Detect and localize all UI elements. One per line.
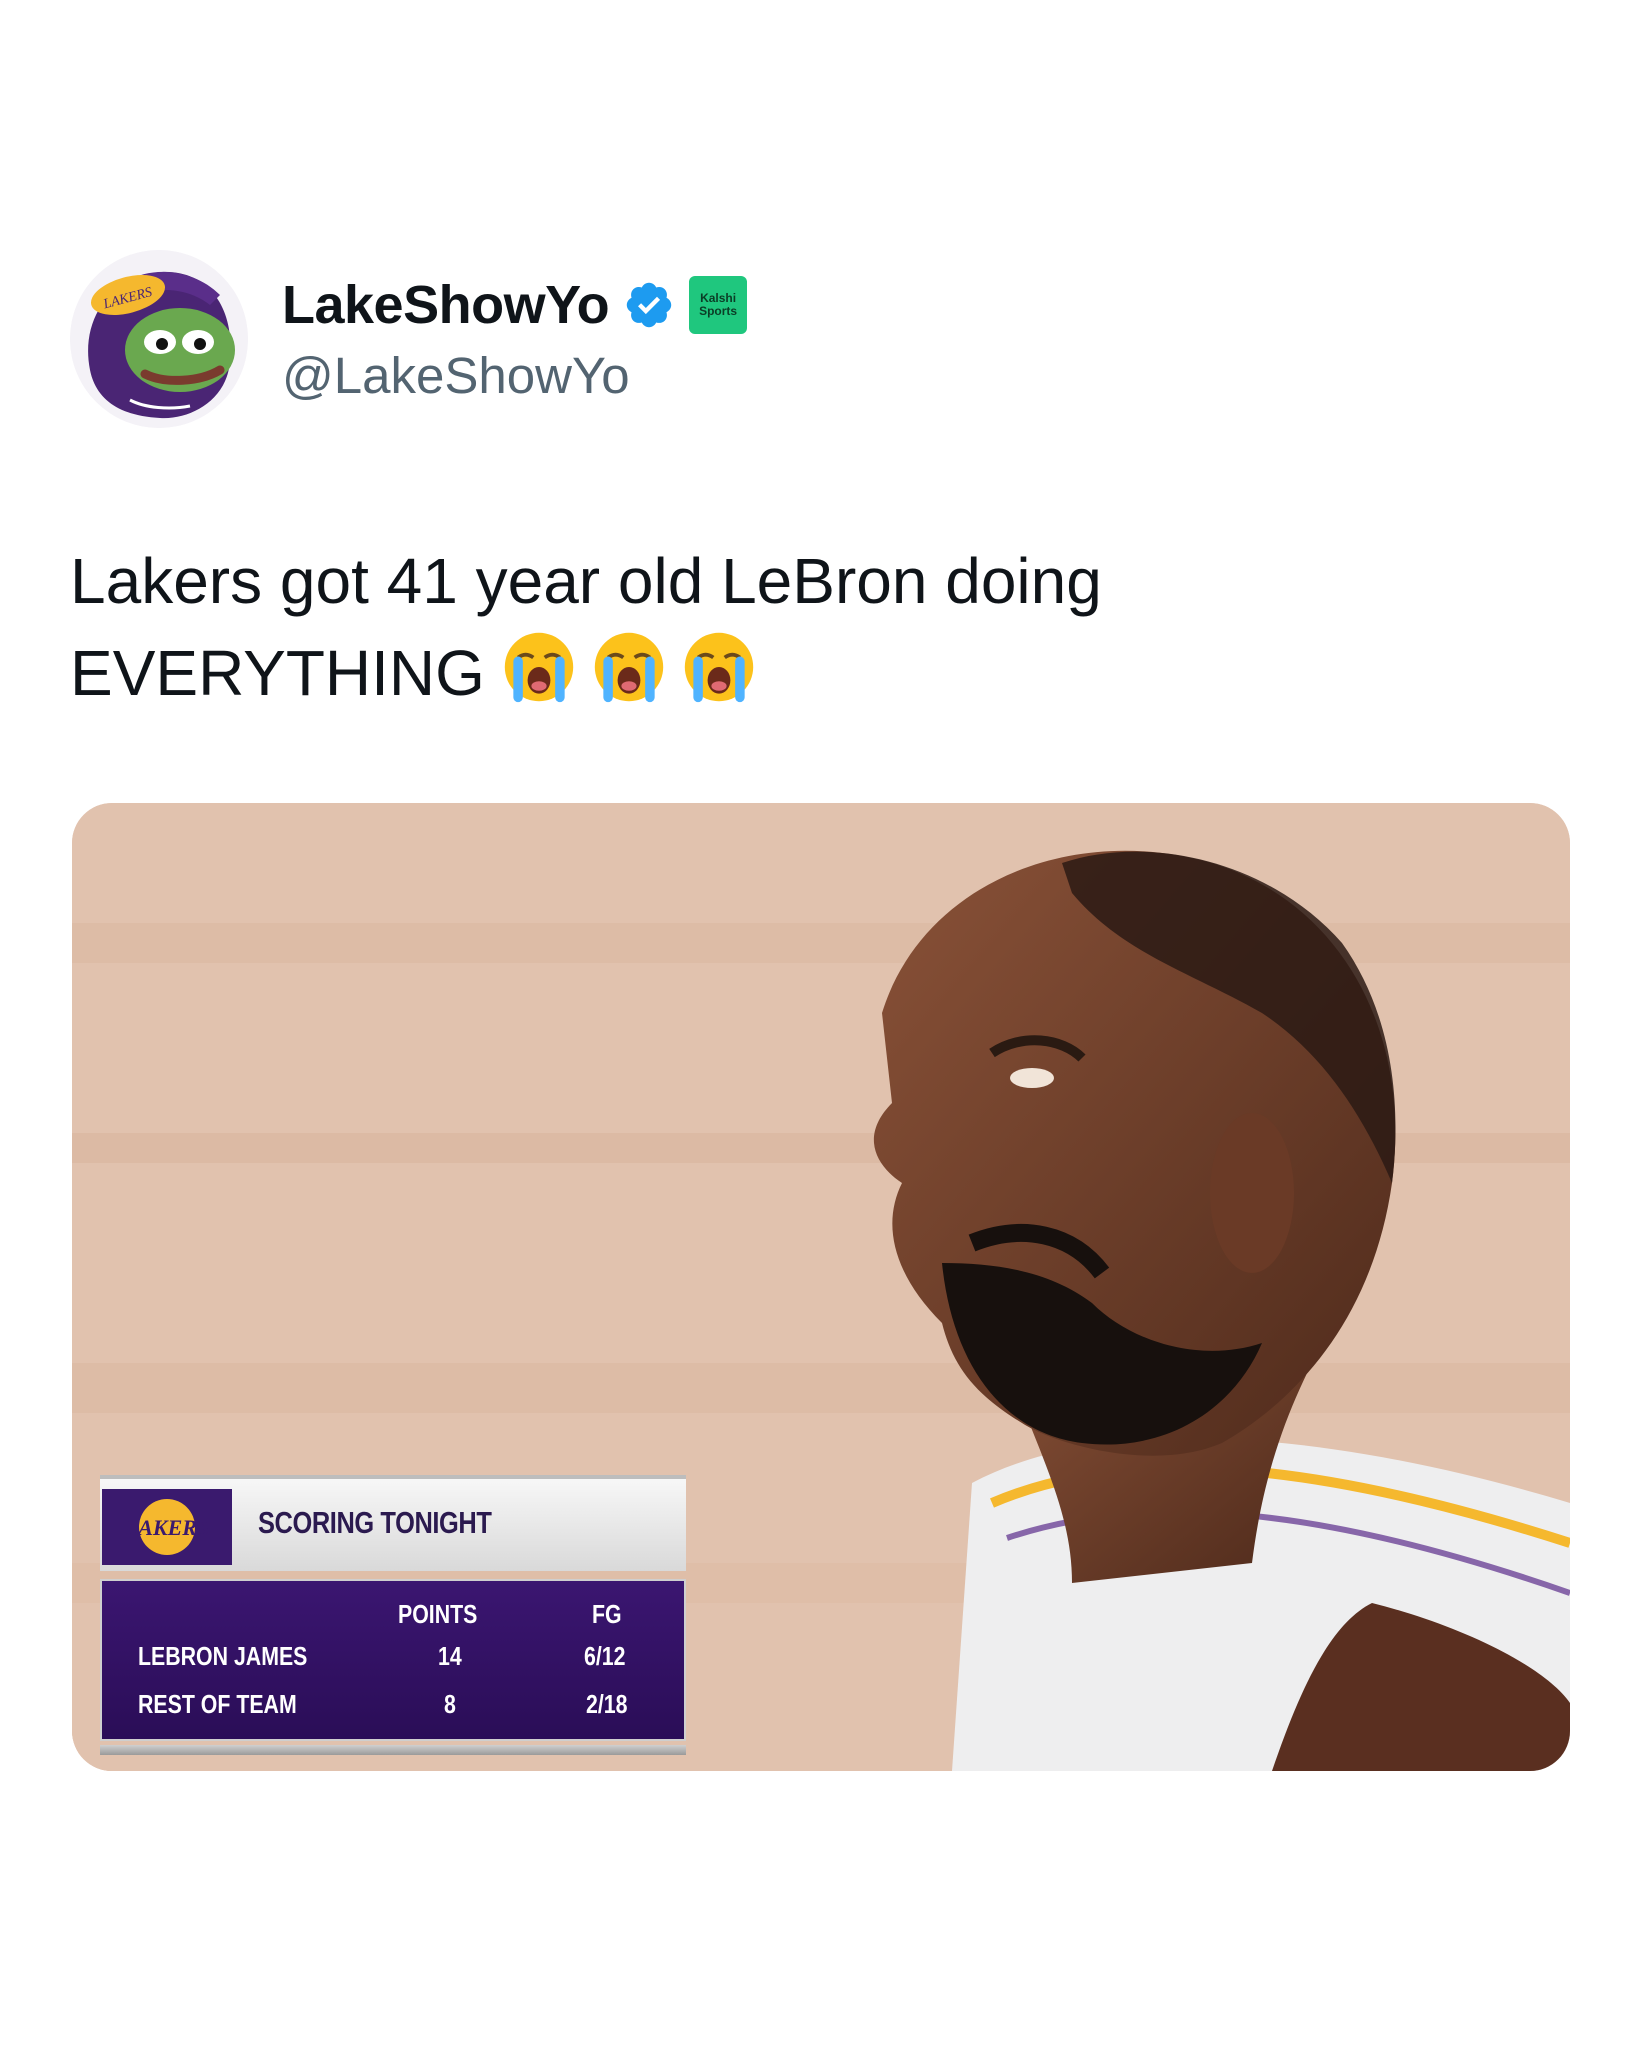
row-fg: 2/18 xyxy=(586,1689,628,1719)
tweet-header: LAKERS LakeShowYo Kalshi Sports @LakeSho… xyxy=(70,250,1170,430)
svg-text:LAKERS: LAKERS xyxy=(124,1515,209,1540)
column-header-points: POINTS xyxy=(398,1599,478,1629)
scoreboard-title: SCORING TONIGHT xyxy=(258,1505,492,1540)
lakers-logo-icon: LAKERS xyxy=(102,1489,232,1565)
scoreboard-footer-bar xyxy=(100,1745,686,1755)
user-handle[interactable]: @LakeShowYo xyxy=(282,346,747,405)
tweet-media-image[interactable]: LAKERS SCORING TONIGHT POINTS FG LEBRON … xyxy=(72,803,1570,1771)
row-name: LEBRON JAMES xyxy=(138,1641,308,1671)
display-name[interactable]: LakeShowYo xyxy=(282,274,610,336)
pepe-lakers-avatar-icon: LAKERS xyxy=(70,250,248,428)
tweet-text-line2: EVERYTHING xyxy=(70,627,1570,719)
avatar[interactable]: LAKERS xyxy=(70,250,248,428)
scoreboard-header: LAKERS SCORING TONIGHT xyxy=(100,1475,686,1571)
row-fg: 6/12 xyxy=(584,1641,626,1671)
tweet-text: Lakers got 41 year old LeBron doing EVER… xyxy=(70,535,1570,719)
scoreboard-table: POINTS FG LEBRON JAMES 14 6/12 REST OF T… xyxy=(100,1579,686,1741)
row-points: 8 xyxy=(444,1689,456,1719)
loudly-crying-face-icon xyxy=(681,629,757,705)
loudly-crying-face-icon xyxy=(501,629,577,705)
loudly-crying-face-icon xyxy=(591,629,667,705)
kalshi-sports-badge[interactable]: Kalshi Sports xyxy=(689,276,748,334)
column-header-fg: FG xyxy=(592,1599,622,1629)
row-name: REST OF TEAM xyxy=(138,1689,297,1719)
tweet-text-line1: Lakers got 41 year old LeBron doing xyxy=(70,545,1102,617)
row-points: 14 xyxy=(438,1641,462,1671)
verified-badge-icon xyxy=(623,279,675,331)
